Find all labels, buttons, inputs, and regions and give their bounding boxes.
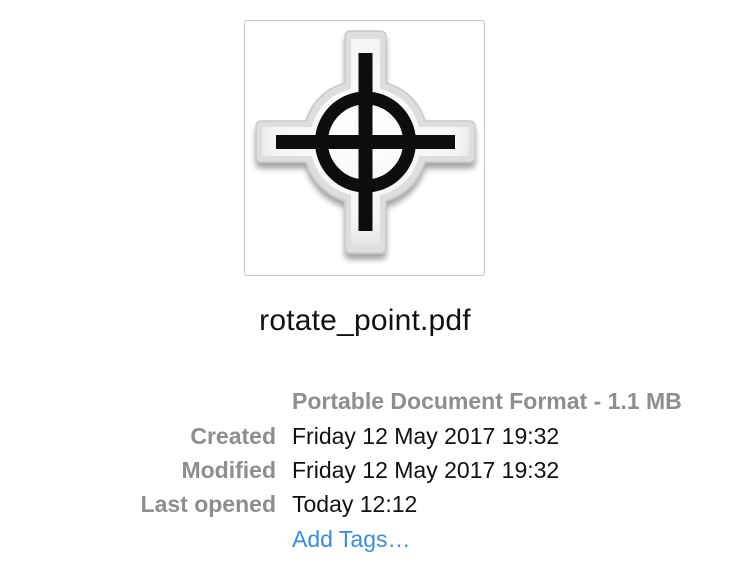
kind-size-row: Portable Document Format - 1.1 MB [0,386,738,416]
crosshair-icon [255,30,476,254]
created-value: Friday 12 May 2017 19:32 [292,423,560,449]
kind-size-value: Portable Document Format - 1.1 MB [292,388,682,414]
modified-row: Modified Friday 12 May 2017 19:32 [0,455,738,485]
modified-value: Friday 12 May 2017 19:32 [292,457,560,483]
last-opened-row: Last opened Today 12:12 [0,489,738,519]
tags-row: Add Tags… [0,524,738,554]
last-opened-value: Today 12:12 [292,491,418,517]
modified-label: Modified [181,457,276,483]
file-preview-thumbnail[interactable] [244,20,485,276]
created-label: Created [190,423,276,449]
last-opened-label: Last opened [140,491,276,517]
created-row: Created Friday 12 May 2017 19:32 [0,421,738,451]
add-tags-link[interactable]: Add Tags… [292,524,410,554]
file-name-title[interactable]: rotate_point.pdf [0,304,730,338]
